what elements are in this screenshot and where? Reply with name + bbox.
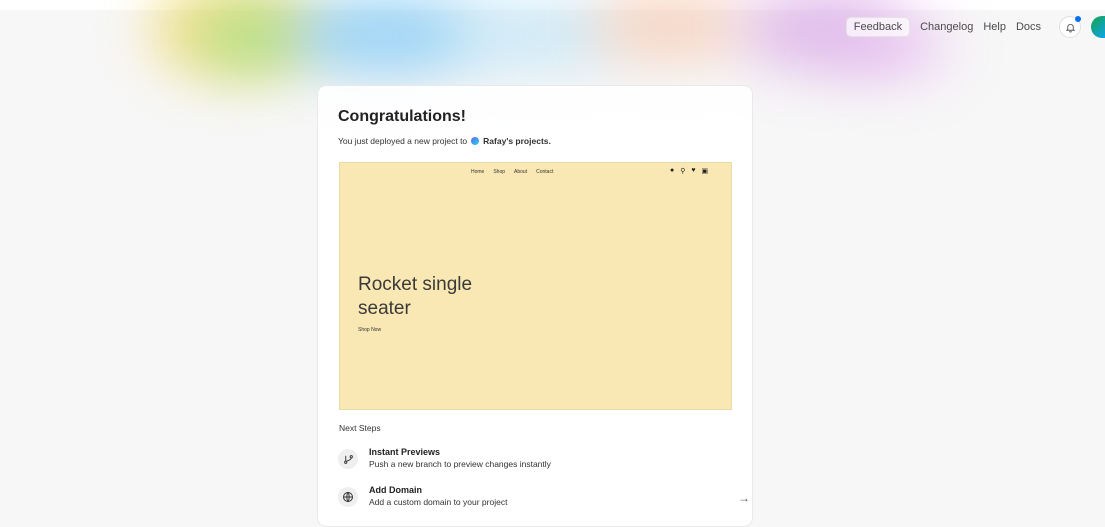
clipped-header-text (0, 0, 31, 16)
git-branch-icon (338, 449, 358, 469)
page-title: Congratulations! (338, 108, 466, 125)
preview-nav-home: Home (471, 169, 485, 175)
step-title: Add Domain (369, 485, 422, 495)
notification-dot (1075, 16, 1081, 22)
docs-link[interactable]: Docs (1016, 18, 1041, 36)
avatar[interactable] (1091, 16, 1105, 38)
step-instant-previews[interactable]: Instant Previews Push a new branch to pr… (338, 447, 738, 475)
deployment-subtitle: You just deployed a new project to Rafay… (338, 136, 551, 146)
top-nav: Feedback Changelog Help Docs (845, 16, 1105, 38)
team-avatar-icon (471, 137, 480, 145)
team-name[interactable]: Rafay's projects. (483, 136, 551, 146)
preview-icons: ● ⚲ ♥ ▣ (670, 167, 708, 175)
hero-line-2: seater (358, 298, 411, 319)
search-icon: ⚲ (680, 168, 686, 175)
globe-icon (338, 487, 358, 507)
preview-nav-contact: Contact (536, 169, 554, 175)
preview-nav-about: About (514, 169, 528, 175)
subtitle-text: You just deployed a new project to (338, 136, 468, 146)
preview-hero-title: Rocket single seater (358, 273, 518, 321)
preview-nav: Home Shop About Contact (471, 169, 553, 175)
help-link[interactable]: Help (983, 18, 1006, 36)
feedback-button[interactable]: Feedback (845, 17, 911, 37)
heart-icon: ♥ (691, 167, 696, 174)
preview-nav-shop: Shop (493, 169, 506, 175)
changelog-link[interactable]: Changelog (920, 18, 973, 36)
arrow-right-icon: → (738, 491, 750, 505)
step-description: Add a custom domain to your project (369, 497, 508, 507)
hero-line-1: Rocket single (358, 274, 473, 295)
preview-shop-now: Shop Now (358, 327, 382, 333)
bell-icon (1065, 23, 1075, 33)
cart-icon: ▣ (701, 168, 709, 175)
step-title: Instant Previews (369, 447, 441, 457)
notifications-button[interactable] (1059, 16, 1081, 38)
deployment-card: Congratulations! You just deployed a new… (317, 85, 753, 527)
step-description: Push a new branch to preview changes ins… (369, 459, 551, 469)
deployment-preview[interactable]: Home Shop About Contact ● ⚲ ♥ ▣ Rocket s… (339, 162, 732, 410)
step-add-domain[interactable]: Add Domain Add a custom domain to your p… (338, 485, 750, 513)
next-steps-heading: Next Steps (339, 423, 381, 433)
user-icon: ● (670, 167, 675, 174)
